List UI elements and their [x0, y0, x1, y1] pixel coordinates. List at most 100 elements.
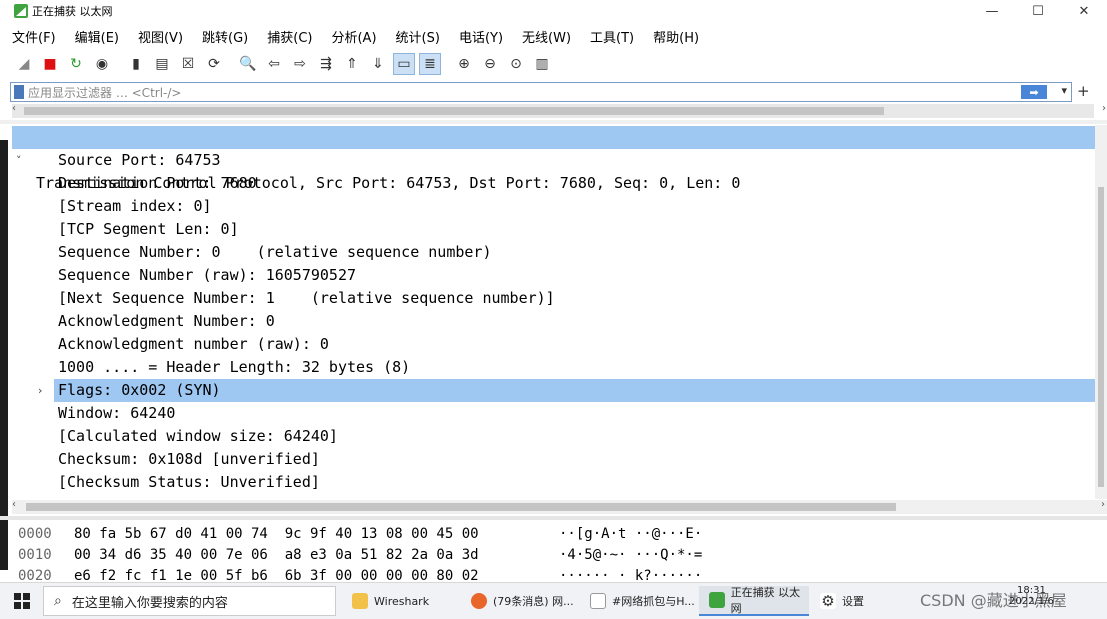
scrollbar-thumb[interactable] [24, 107, 884, 115]
bytes-hex: 80 fa 5b 67 d0 41 00 74 9c 9f 40 13 08 0… [74, 526, 479, 542]
first-packet-icon[interactable]: ⇑ [341, 53, 363, 75]
detail-line[interactable]: [Checksum Status: Unverified] [12, 471, 1095, 494]
bytes-offset: 0000 [18, 526, 52, 542]
detail-line[interactable]: [Next Sequence Number: 1 (relative seque… [12, 287, 1095, 310]
minimize-button[interactable]: — [969, 0, 1015, 22]
bookmark-icon[interactable] [14, 85, 24, 99]
zoom-normal-icon[interactable]: ⊙ [505, 53, 527, 75]
toolbar-separator [229, 53, 235, 75]
pane-divider[interactable] [0, 120, 1107, 124]
search-input[interactable]: 在这里输入你要搜索的内容 [72, 592, 228, 611]
reload-icon[interactable]: ⟳ [203, 53, 225, 75]
menu-edit[interactable]: 编辑(E) [75, 27, 119, 46]
details-vertical-scrollbar[interactable] [1095, 125, 1107, 499]
bytes-row[interactable]: 0020 e6 f2 fc f1 1e 00 5f b6 6b 3f 00 00 … [18, 565, 702, 582]
find-icon[interactable]: 🔍 [237, 53, 259, 75]
bytes-ascii: ·4·5@·~· ···Q·*·= [559, 547, 703, 563]
bytes-offset: 0010 [18, 547, 52, 563]
window-title: 正在捕获 以太网 [32, 5, 113, 18]
firefox-icon [471, 593, 487, 609]
restart-icon[interactable]: ↻ [65, 53, 87, 75]
forward-icon[interactable]: ⇨ [289, 53, 311, 75]
add-filter-button[interactable]: + [1077, 82, 1090, 100]
goto-packet-icon[interactable]: ⇶ [315, 53, 337, 75]
detail-line[interactable]: Sequence Number (raw): 1605790527 [12, 264, 1095, 287]
zoom-in-icon[interactable]: ⊕ [453, 53, 475, 75]
filter-input[interactable]: 应用显示过滤器 … <Ctrl-/> [28, 84, 181, 101]
close-button[interactable]: ✕ [1061, 0, 1107, 22]
menu-telephony[interactable]: 电话(Y) [459, 27, 503, 46]
menu-file[interactable]: 文件(F) [12, 27, 56, 46]
back-icon[interactable]: ⇦ [263, 53, 285, 75]
title-bar: 正在捕获 以太网 — ☐ ✕ [0, 0, 1107, 22]
stop-icon[interactable]: ■ [39, 53, 61, 75]
filter-dropdown-icon[interactable]: ▾ [1061, 84, 1067, 97]
display-filter-bar[interactable]: 应用显示过滤器 … <Ctrl-/> ➡ ▾ [10, 82, 1072, 102]
bytes-hex: 00 34 d6 35 40 00 7e 06 a8 e3 0a 51 82 2… [74, 547, 479, 563]
bytes-row[interactable]: 0010 00 34 d6 35 40 00 7e 06 a8 e3 0a 51 … [18, 544, 702, 566]
toolbar-separator [445, 53, 451, 75]
menu-help[interactable]: 帮助(H) [653, 27, 699, 46]
bytes-offset: 0020 [18, 568, 52, 582]
packet-list-scrollbar[interactable]: ‹ › [12, 103, 1106, 118]
packet-bytes-pane: 0000 80 fa 5b 67 d0 41 00 74 9c 9f 40 13 … [12, 522, 1095, 582]
options-gear-icon[interactable]: ◉ [91, 53, 113, 75]
pane-divider[interactable] [0, 516, 1107, 520]
detail-line[interactable]: [Calculated window size: 64240] [12, 425, 1095, 448]
menu-analyze[interactable]: 分析(A) [331, 27, 376, 46]
taskbar-wireshark-capture[interactable]: 正在捕获 以太网 [699, 586, 809, 616]
scrollbar-thumb[interactable] [1098, 187, 1104, 487]
detail-line[interactable]: Source Port: 64753 [12, 149, 1095, 172]
gear-icon: ⚙ [820, 592, 836, 610]
folder-icon [352, 593, 368, 609]
packet-details-pane: ˅ Transmission Control Protocol, Src Por… [12, 125, 1095, 499]
menu-tools[interactable]: 工具(T) [590, 27, 634, 46]
windows-taskbar: ⌕ 在这里输入你要搜索的内容 Wireshark (79条消息) 网... #网… [0, 582, 1107, 619]
open-file-icon[interactable]: ▮ [125, 53, 147, 75]
expand-icon[interactable]: › [38, 379, 42, 402]
detail-line[interactable]: Acknowledgment Number: 0 [12, 310, 1095, 333]
menu-statistics[interactable]: 统计(S) [396, 27, 440, 46]
autoscroll-icon[interactable]: ▭ [393, 53, 415, 75]
taskbar-settings[interactable]: ⚙ 设置 [810, 586, 910, 616]
last-packet-icon[interactable]: ⇓ [367, 53, 389, 75]
apply-filter-button[interactable]: ➡ [1021, 85, 1047, 99]
detail-line[interactable]: [Stream index: 0] [12, 195, 1095, 218]
detail-line[interactable]: Sequence Number: 0 (relative sequence nu… [12, 241, 1095, 264]
main-toolbar: ◢ ■ ↻ ◉ ▮ ▤ ☒ ⟳ 🔍 ⇦ ⇨ ⇶ ⇑ ⇓ ▭ ≣ ⊕ ⊖ ⊙ ▥ [0, 50, 1107, 78]
detail-line[interactable]: Acknowledgment number (raw): 0 [12, 333, 1095, 356]
bytes-ascii: ··[g·A·t ··@···E· [559, 526, 703, 542]
resize-columns-icon[interactable]: ▥ [531, 53, 553, 75]
system-clock[interactable]: 18:31 2022/1/6 [1009, 585, 1054, 607]
detail-line[interactable]: 1000 .... = Header Length: 32 bytes (8) [12, 356, 1095, 379]
menu-view[interactable]: 视图(V) [138, 27, 183, 46]
taskbar-typora[interactable]: #网络抓包与H... [580, 586, 698, 616]
wireshark-window: 正在捕获 以太网 — ☐ ✕ 文件(F) 编辑(E) 视图(V) 跳转(G) 捕… [0, 0, 1107, 582]
taskbar-search-box[interactable]: ⌕ 在这里输入你要搜索的内容 [43, 586, 336, 616]
taskbar-wireshark[interactable]: Wireshark [342, 586, 460, 616]
windows-start-icon[interactable] [14, 593, 30, 609]
taskbar-browser[interactable]: (79条消息) 网... [461, 586, 579, 616]
toolbar-separator [117, 53, 123, 75]
detail-line[interactable]: Checksum: 0x108d [unverified] [12, 448, 1095, 471]
scrollbar-thumb[interactable] [26, 503, 896, 511]
detail-line[interactable]: Destination Port: 7680 [12, 172, 1095, 195]
shark-fin-icon[interactable]: ◢ [13, 53, 35, 75]
search-icon: ⌕ [54, 593, 62, 609]
left-edge [0, 0, 10, 582]
zoom-out-icon[interactable]: ⊖ [479, 53, 501, 75]
maximize-button[interactable]: ☐ [1015, 0, 1061, 22]
detail-line[interactable]: [TCP Segment Len: 0] [12, 218, 1095, 241]
menu-capture[interactable]: 捕获(C) [267, 27, 312, 46]
typora-icon [590, 593, 606, 609]
tcp-header-row[interactable]: ˅ Transmission Control Protocol, Src Por… [12, 126, 1095, 192]
menu-wireless[interactable]: 无线(W) [522, 27, 571, 46]
bytes-row[interactable]: 0000 80 fa 5b 67 d0 41 00 74 9c 9f 40 13 … [18, 523, 702, 545]
details-horizontal-scrollbar[interactable]: ‹ › [12, 499, 1107, 514]
menu-go[interactable]: 跳转(G) [202, 27, 248, 46]
detail-line[interactable]: Window: 64240 [12, 402, 1095, 425]
colorize-icon[interactable]: ≣ [419, 53, 441, 75]
close-file-icon[interactable]: ☒ [177, 53, 199, 75]
save-file-icon[interactable]: ▤ [151, 53, 173, 75]
flags-row[interactable]: › Flags: 0x002 (SYN) [38, 379, 1095, 402]
